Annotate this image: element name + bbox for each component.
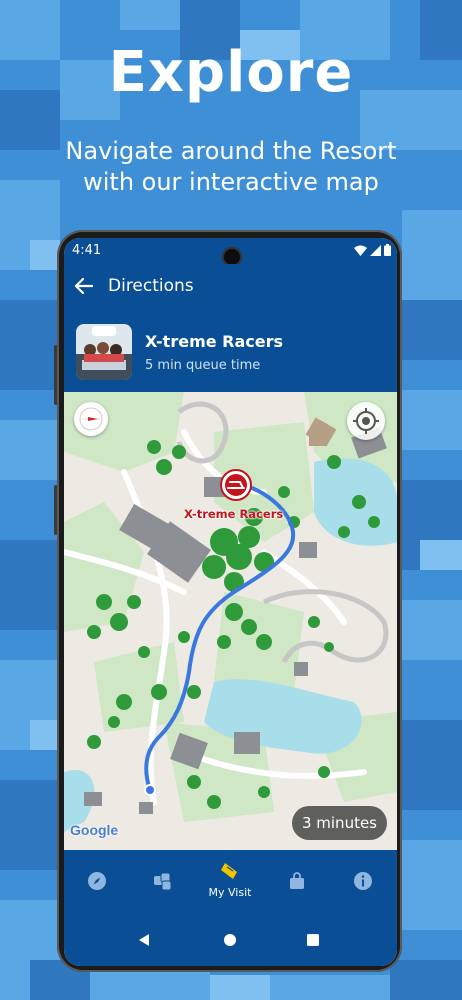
compass-button[interactable] — [74, 402, 108, 436]
nav-my-visit[interactable]: My Visit — [197, 860, 263, 899]
nav-my-visit-label: My Visit — [208, 886, 252, 899]
info-icon — [354, 872, 372, 890]
nav-back-icon[interactable] — [137, 933, 151, 947]
phone-screen: 4:41 Directions X-treme Racers 5 min que… — [64, 238, 397, 966]
ride-pin — [220, 469, 252, 501]
status-bar: 4:41 — [64, 238, 397, 267]
signal-icon — [370, 244, 381, 256]
attraction-name: X-treme Racers — [145, 332, 284, 351]
walking-duration: 3 minutes — [291, 806, 387, 840]
arrow-back-icon[interactable] — [74, 276, 94, 296]
compass-icon — [88, 872, 106, 890]
park-map[interactable]: X-treme Racers 3 minutes Google — [64, 392, 397, 850]
app-bar: Directions — [64, 264, 397, 310]
promo-subline: Navigate around the Resort with our inte… — [65, 137, 397, 196]
status-time: 4:41 — [72, 243, 102, 258]
map-canvas — [64, 392, 397, 850]
dice-icon — [154, 872, 172, 891]
nav-rides[interactable] — [130, 870, 196, 892]
nav-home-icon[interactable] — [223, 933, 237, 947]
attraction-thumbnail — [76, 324, 132, 380]
compass-needle-icon — [79, 407, 103, 431]
attraction-header[interactable]: X-treme Racers 5 min queue time — [64, 310, 397, 392]
nav-shop[interactable] — [264, 870, 330, 892]
status-icons — [354, 244, 391, 256]
crosshair-icon — [353, 408, 379, 434]
shopping-bag-icon — [290, 872, 304, 889]
google-attribution: Google — [70, 822, 118, 839]
app-bar-title: Directions — [108, 276, 194, 296]
google-logo: Google — [70, 822, 119, 838]
nav-explore[interactable] — [64, 870, 130, 892]
map-pin-label: X-treme Racers — [184, 507, 284, 521]
battery-icon — [384, 244, 391, 256]
my-location-button[interactable] — [347, 402, 385, 440]
nav-recents-icon[interactable] — [306, 933, 320, 947]
promo-headline: Explore — [108, 40, 354, 105]
system-navigation-bar — [64, 916, 397, 966]
ticket-icon — [221, 863, 237, 879]
queue-time: 5 min queue time — [145, 358, 261, 373]
bottom-navigation: My Visit — [64, 850, 397, 916]
wifi-icon — [354, 245, 367, 256]
nav-info[interactable] — [330, 870, 396, 892]
